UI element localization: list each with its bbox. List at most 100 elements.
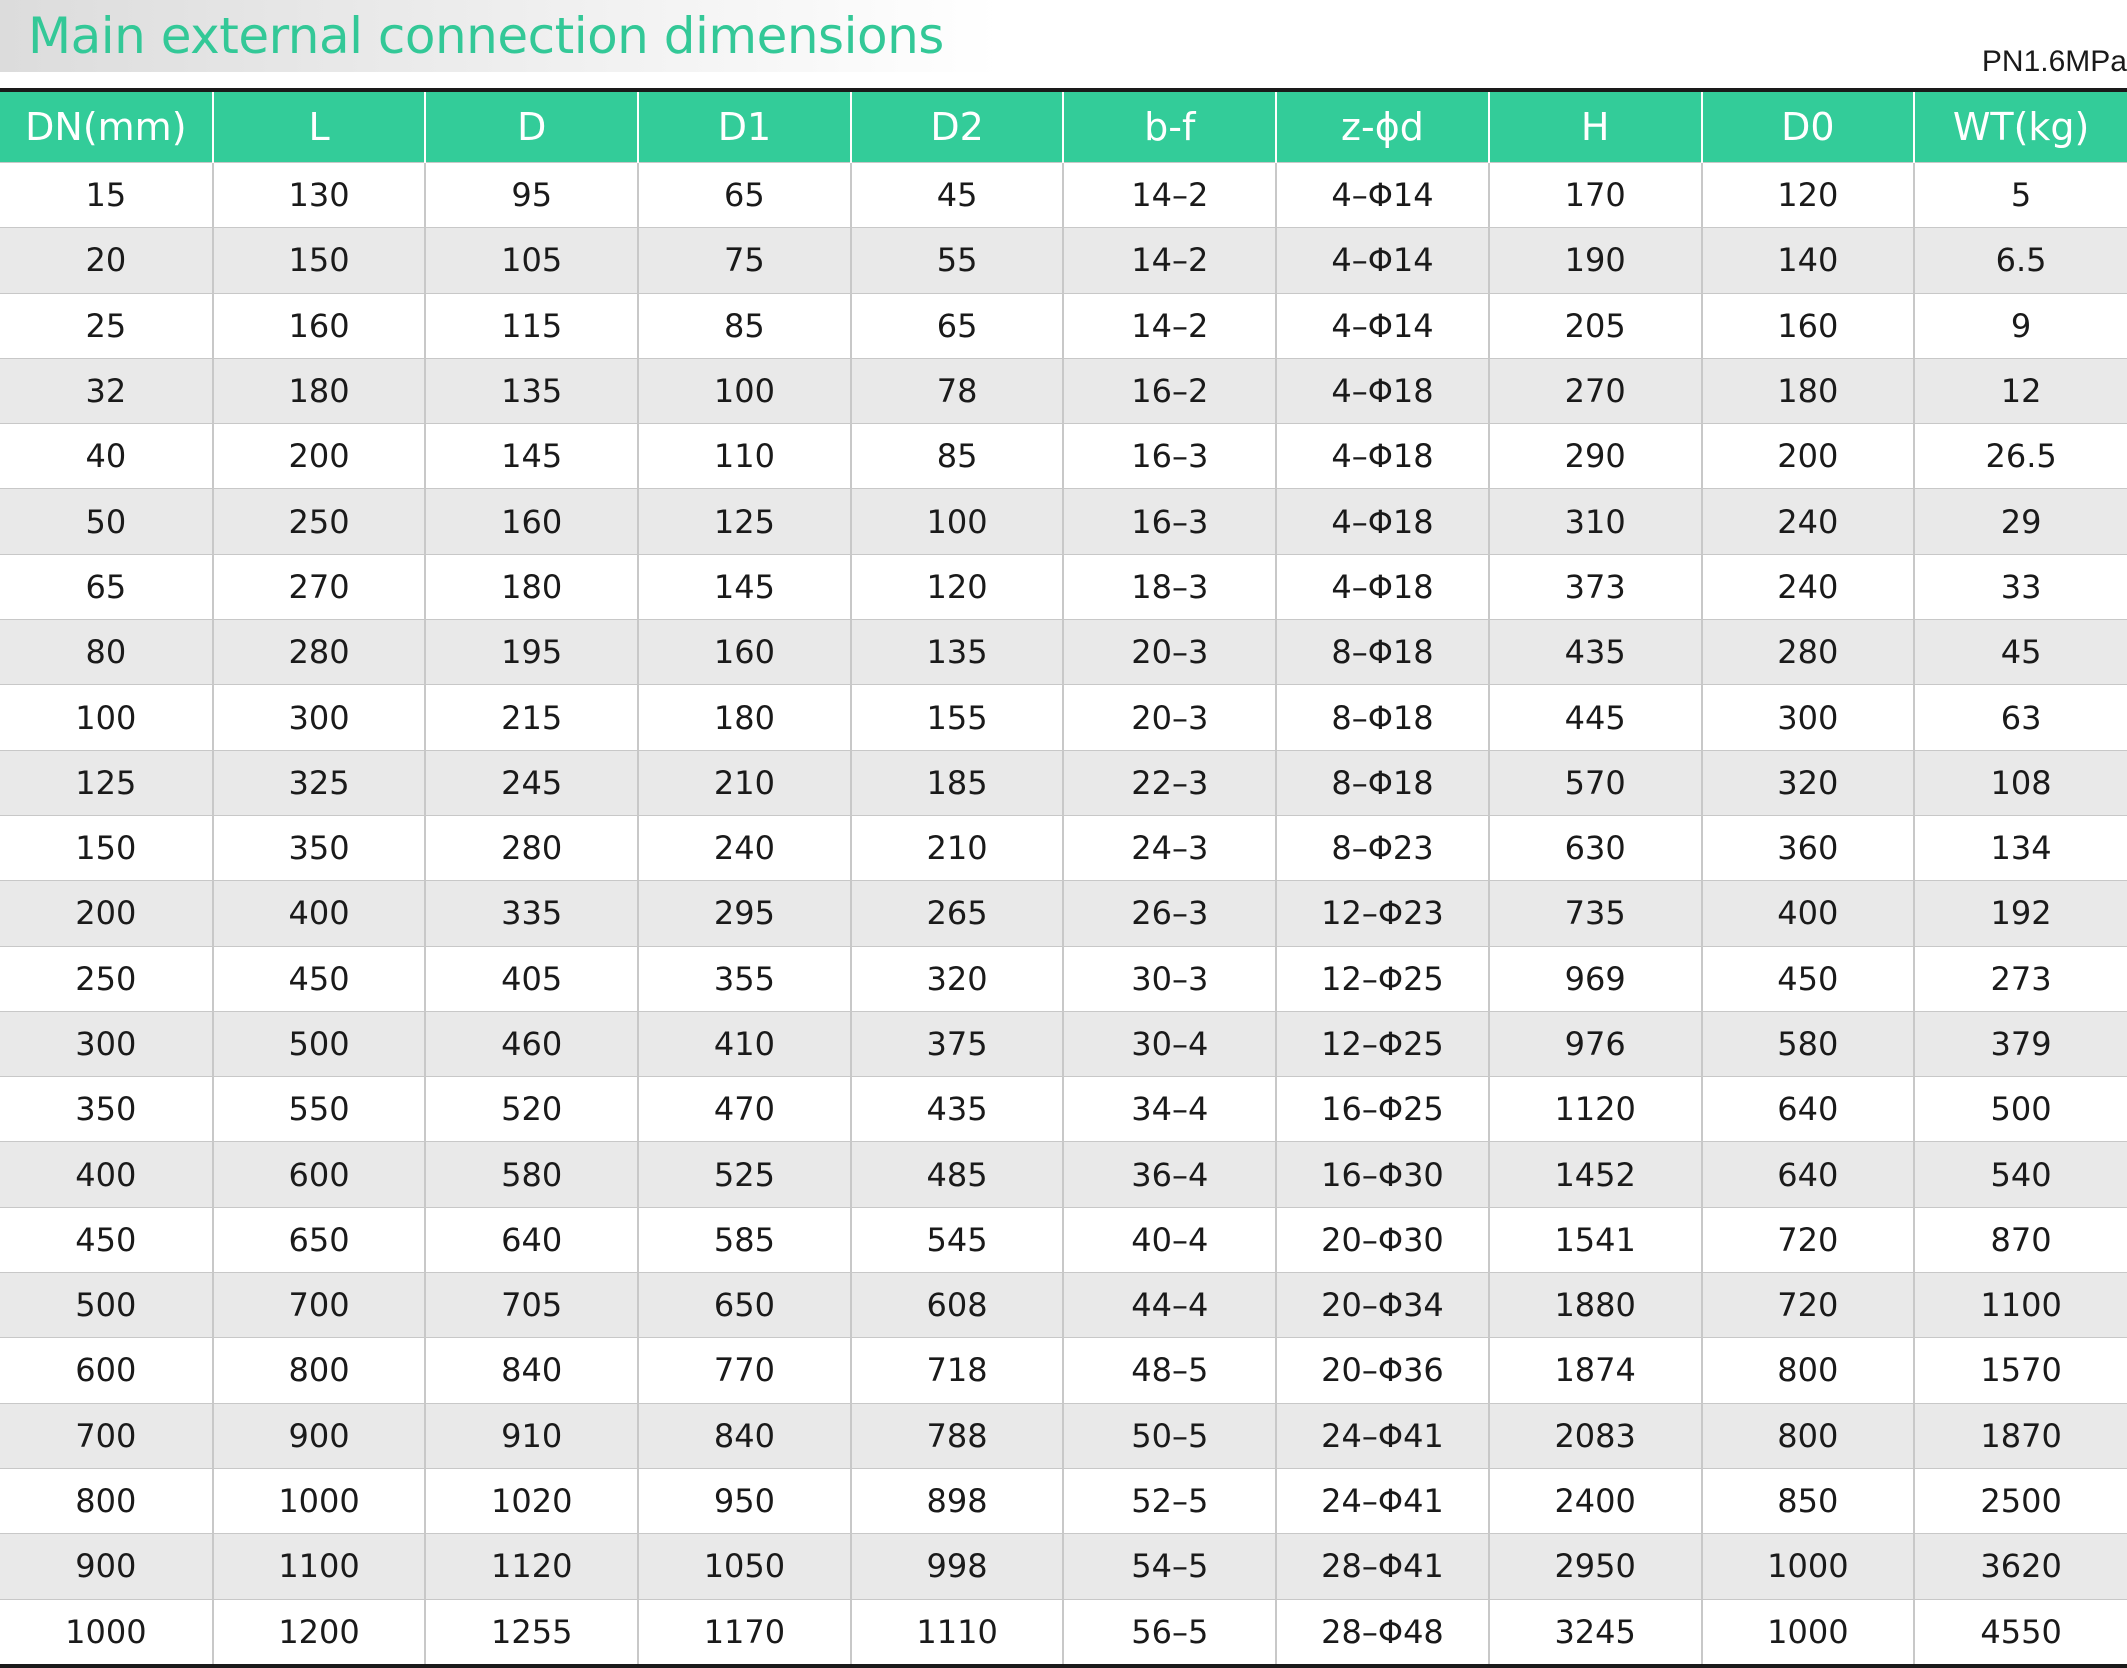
table-row: 25 160 115 85 65 14–2 4–Φ14 205 160 9 [0, 292, 2127, 359]
table-cell: 800 [1701, 1402, 1916, 1469]
column-header: DN(mm) [0, 90, 214, 163]
table-cell: 250 [0, 945, 214, 1012]
table-cell: 145 [638, 553, 852, 620]
table-cell: 640 [1701, 1141, 1916, 1208]
table-cell: 2950 [1488, 1533, 1703, 1600]
table-cell: 40–4 [1063, 1206, 1278, 1273]
table-cell: 400 [212, 880, 427, 947]
table-cell: 160 [1701, 292, 1916, 359]
table-cell: 630 [1488, 814, 1703, 881]
table-row: 350 550 520 470 435 34–4 16–Φ25 1120 640 500 [0, 1076, 2127, 1142]
table-cell: 976 [1488, 1010, 1703, 1077]
table-cell: 400 [0, 1141, 214, 1208]
table-cell: 28–Φ48 [1276, 1598, 1490, 1666]
table-cell: 280 [425, 814, 640, 881]
table-cell: 1120 [1488, 1076, 1703, 1142]
table-row: 125 325 245 210 185 22–3 8–Φ18 570 320 108 [0, 749, 2127, 816]
table-cell: 85 [850, 423, 1065, 489]
table-cell: 5 [1914, 161, 2127, 228]
table-cell: 18–3 [1063, 553, 1278, 620]
table-cell: 700 [0, 1402, 214, 1469]
table-cell: 1050 [638, 1533, 852, 1600]
table-cell: 54–5 [1063, 1533, 1278, 1600]
table-cell: 640 [1701, 1076, 1916, 1142]
table-cell: 65 [638, 161, 852, 228]
table-cell: 1000 [212, 1467, 427, 1534]
table-row: 300 500 460 410 375 30–4 12–Φ25 976 580 379 [0, 1010, 2127, 1077]
table-cell: 100 [850, 488, 1065, 555]
table-row: 400 600 580 525 485 36–4 16–Φ30 1452 640 540 [0, 1141, 2127, 1208]
table-cell: 910 [425, 1402, 640, 1469]
table-cell: 4–Φ18 [1276, 357, 1490, 424]
table-cell: 570 [1488, 749, 1703, 816]
table-cell: 115 [425, 292, 640, 359]
table-cell: 788 [850, 1402, 1065, 1469]
table-cell: 195 [425, 619, 640, 685]
table-cell: 840 [425, 1337, 640, 1404]
table-row: 20 150 105 75 55 14–2 4–Φ14 190 140 6.5 [0, 227, 2127, 294]
table-row: 200 400 335 295 265 26–3 12–Φ23 735 400 192 [0, 880, 2127, 947]
title-bar: Main external connection dimensions [0, 0, 1000, 72]
table-cell: 95 [425, 161, 640, 228]
table-row: 600 800 840 770 718 48–5 20–Φ36 1874 800 1570 [0, 1337, 2127, 1404]
table-cell: 550 [212, 1076, 427, 1142]
table-cell: 770 [638, 1337, 852, 1404]
table-cell: 16–Φ25 [1276, 1076, 1490, 1142]
table-header: DN(mm) L D D1 D2 b-f z-ϕd H D0 WT(kg) [0, 90, 2127, 163]
table-cell: 3620 [1914, 1533, 2127, 1600]
table-cell: 540 [1914, 1141, 2127, 1208]
table-cell: 585 [638, 1206, 852, 1273]
table-cell: 134 [1914, 814, 2127, 881]
table-cell: 125 [0, 749, 214, 816]
table-row: 250 450 405 355 320 30–3 12–Φ25 969 450 273 [0, 945, 2127, 1012]
table-cell: 44–4 [1063, 1272, 1278, 1338]
table-cell: 650 [212, 1206, 427, 1273]
column-header: b-f [1063, 90, 1278, 163]
table-cell: 9 [1914, 292, 2127, 359]
table-cell: 320 [1701, 749, 1916, 816]
table-cell: 100 [0, 684, 214, 751]
table-cell: 400 [1701, 880, 1916, 947]
table-cell: 56–5 [1063, 1598, 1278, 1666]
table-cell: 320 [850, 945, 1065, 1012]
table-cell: 580 [425, 1141, 640, 1208]
table-cell: 350 [0, 1076, 214, 1142]
table-cell: 110 [638, 423, 852, 489]
table-cell: 200 [1701, 423, 1916, 489]
table-cell: 280 [1701, 619, 1916, 685]
table-cell: 300 [1701, 684, 1916, 751]
table-cell: 969 [1488, 945, 1703, 1012]
table-cell: 45 [850, 161, 1065, 228]
table-cell: 12–Φ25 [1276, 1010, 1490, 1077]
table-cell: 1100 [1914, 1272, 2127, 1338]
table-cell: 25 [0, 292, 214, 359]
table-cell: 270 [1488, 357, 1703, 424]
table-cell: 65 [0, 553, 214, 620]
table-cell: 50 [0, 488, 214, 555]
table-cell: 450 [212, 945, 427, 1012]
table-cell: 14–2 [1063, 161, 1278, 228]
table-cell: 135 [425, 357, 640, 424]
table-cell: 870 [1914, 1206, 2127, 1273]
column-header: z-ϕd [1276, 90, 1490, 163]
table-cell: 240 [1701, 553, 1916, 620]
table-cell: 8–Φ18 [1276, 684, 1490, 751]
table-row: 100 300 215 180 155 20–3 8–Φ18 445 300 63 [0, 684, 2127, 751]
table-cell: 245 [425, 749, 640, 816]
table-cell: 500 [1914, 1076, 2127, 1142]
table-cell: 14–2 [1063, 227, 1278, 294]
table-cell: 300 [0, 1010, 214, 1077]
table-cell: 4–Φ14 [1276, 227, 1490, 294]
table-cell: 20–Φ34 [1276, 1272, 1490, 1338]
header-row: DN(mm) L D D1 D2 b-f z-ϕd H D0 WT(kg) [0, 90, 2127, 163]
table-cell: 355 [638, 945, 852, 1012]
table-cell: 120 [850, 553, 1065, 620]
table-cell: 270 [212, 553, 427, 620]
table-cell: 20–3 [1063, 619, 1278, 685]
table-cell: 12 [1914, 357, 2127, 424]
table-cell: 40 [0, 423, 214, 489]
table-row: 40 200 145 110 85 16–3 4–Φ18 290 200 26.5 [0, 423, 2127, 489]
table-cell: 34–4 [1063, 1076, 1278, 1142]
table-cell: 4–Φ14 [1276, 161, 1490, 228]
column-header: D1 [638, 90, 852, 163]
